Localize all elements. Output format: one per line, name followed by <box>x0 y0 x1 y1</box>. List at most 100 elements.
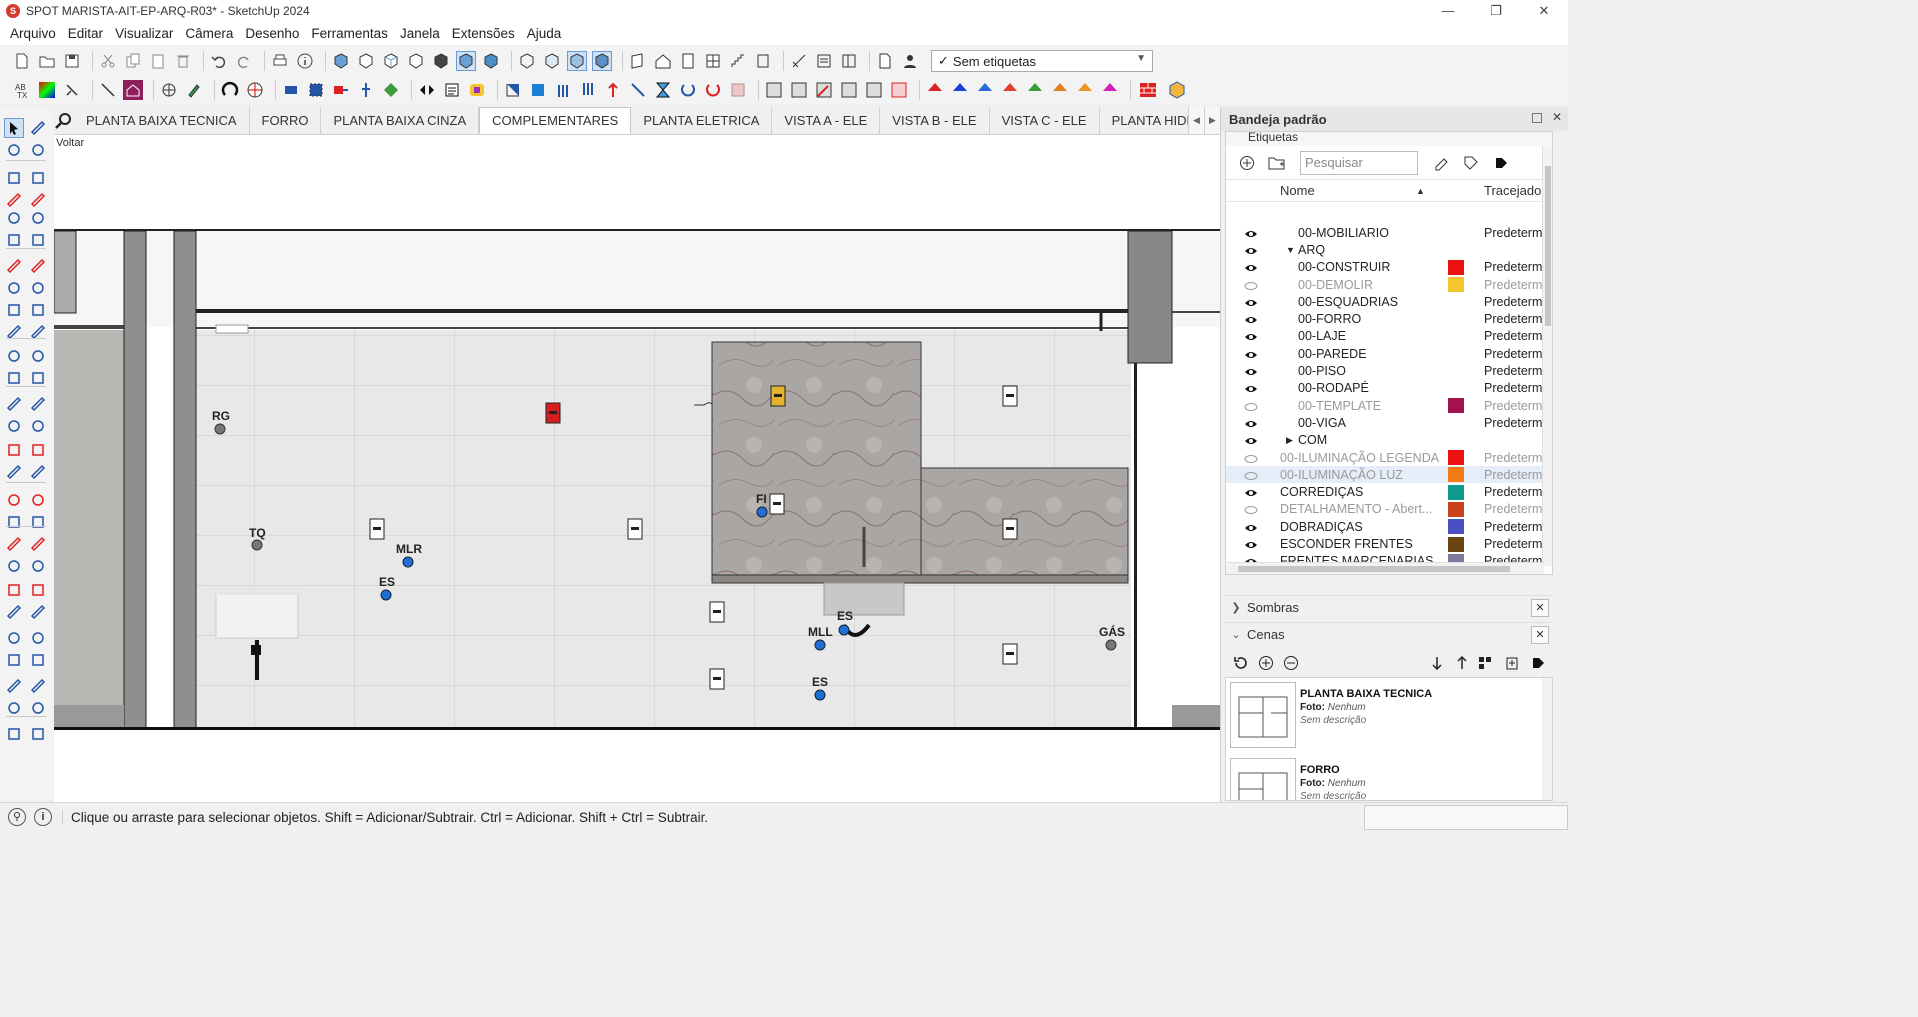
sandbox-2-icon[interactable] <box>28 556 48 576</box>
eye-closed-icon[interactable] <box>1244 453 1258 463</box>
tool-icon[interactable] <box>28 628 48 648</box>
up-arrows-icon[interactable] <box>553 80 573 100</box>
tool-icon[interactable] <box>28 676 48 696</box>
tags-vertical-scrollbar[interactable] <box>1542 146 1552 566</box>
freehand-icon[interactable] <box>28 190 48 210</box>
polygon-icon[interactable] <box>28 230 48 250</box>
axis-blue2-icon[interactable] <box>975 80 995 100</box>
tag-row[interactable]: CORREDIÇAS Predeterminado <box>1226 484 1544 501</box>
arc-icon[interactable] <box>4 256 24 276</box>
cube-blue-icon[interactable] <box>528 80 548 100</box>
menu-ajuda[interactable]: Ajuda <box>521 26 568 41</box>
axis-orange2-icon[interactable] <box>1075 80 1095 100</box>
open-folder-icon[interactable] <box>37 51 57 71</box>
view-top-icon[interactable] <box>356 51 376 71</box>
eye-icon[interactable] <box>1244 383 1258 393</box>
menu-ferramentas[interactable]: Ferramentas <box>305 26 394 41</box>
arc-3-icon[interactable] <box>28 278 48 298</box>
zoom-extents-icon[interactable] <box>4 490 24 510</box>
move-down-icon[interactable] <box>1428 653 1447 673</box>
view-iso-icon[interactable] <box>331 51 351 71</box>
pin-icon[interactable] <box>356 80 376 100</box>
tape-measure-icon[interactable] <box>4 368 24 388</box>
view-back-icon[interactable] <box>431 51 451 71</box>
delete-icon[interactable] <box>173 51 193 71</box>
tool-icon[interactable] <box>4 698 24 718</box>
rectangle-icon[interactable] <box>4 208 24 228</box>
tag-row[interactable]: 00-RODAPÉ Predeterminado <box>1226 380 1544 397</box>
menu-editar[interactable]: Editar <box>62 26 109 41</box>
user-account-icon[interactable] <box>900 51 920 71</box>
tag-icon[interactable] <box>1460 152 1482 174</box>
position-camera-icon[interactable] <box>4 512 24 532</box>
offset-icon[interactable] <box>28 346 48 366</box>
tag-dash[interactable]: Predeterminado <box>1484 468 1544 482</box>
details-arrow-icon[interactable] <box>1490 152 1512 174</box>
tool-icon[interactable] <box>28 602 48 622</box>
view-front-icon[interactable] <box>381 51 401 71</box>
tag-row[interactable]: ▶ COM <box>1226 432 1544 449</box>
orbit-icon[interactable] <box>4 440 24 460</box>
tool-icon[interactable] <box>4 724 24 744</box>
tag-color-swatch[interactable] <box>1448 536 1464 552</box>
back-label[interactable]: Voltar <box>56 137 84 149</box>
geo-location-icon[interactable]: ⚲ <box>8 808 26 826</box>
scale-icon[interactable] <box>4 346 24 366</box>
view-right-icon[interactable] <box>406 51 426 71</box>
tag-row[interactable]: 00-DEMOLIR Predeterminado <box>1226 276 1544 293</box>
text-icon[interactable] <box>28 394 48 414</box>
follow-me-icon[interactable] <box>28 322 48 342</box>
select-icon[interactable] <box>4 118 24 138</box>
tag-row[interactable]: ESCONDER FRENTES Predeterminado <box>1226 535 1544 552</box>
eye-closed-icon[interactable] <box>1244 401 1258 411</box>
eye-closed-icon[interactable] <box>1244 470 1258 480</box>
tag-dash[interactable]: Predeterminado <box>1484 399 1544 413</box>
tag-dash[interactable]: Predeterminado <box>1484 451 1544 465</box>
menu-arquivo[interactable]: Arquivo <box>4 26 62 41</box>
pie-icon[interactable] <box>4 278 24 298</box>
line-tool-icon[interactable] <box>98 80 118 100</box>
3d-text-icon[interactable] <box>28 416 48 436</box>
eye-icon[interactable] <box>1244 366 1258 376</box>
eraser-icon[interactable] <box>28 140 48 160</box>
tag-row[interactable]: 00-VIGA Predeterminado <box>1226 414 1544 431</box>
tag-dash[interactable]: Predeterminado <box>1484 485 1544 499</box>
eye-icon[interactable] <box>1244 522 1258 532</box>
menu-desenho[interactable]: Desenho <box>239 26 305 41</box>
warehouse-icon[interactable] <box>123 80 143 100</box>
rotate-icon[interactable] <box>4 322 24 342</box>
move-red-icon[interactable] <box>331 80 351 100</box>
pan-icon[interactable] <box>28 440 48 460</box>
tag-dash[interactable]: Predeterminado <box>1484 381 1544 395</box>
eye-icon[interactable] <box>1244 297 1258 307</box>
tool-icon[interactable] <box>28 698 48 718</box>
axis-magenta-icon[interactable] <box>1100 80 1120 100</box>
tag-color-swatch[interactable] <box>1448 484 1464 500</box>
tag-row[interactable]: DOBRADIÇAS Predeterminado <box>1226 518 1544 535</box>
tab-planta-baixa-tecnica[interactable]: PLANTA BAIXA TECNICA <box>74 107 250 134</box>
rotated-rect-icon[interactable] <box>28 208 48 228</box>
lasso-icon[interactable] <box>28 118 48 138</box>
face-tool-2-icon[interactable] <box>789 80 809 100</box>
hourglass-icon[interactable] <box>653 80 673 100</box>
eye-icon[interactable] <box>1244 228 1258 238</box>
tag-dash[interactable]: Predeterminado <box>1484 502 1544 516</box>
tag-row[interactable]: 00-ESQUADRIAS Predeterminado <box>1226 293 1544 310</box>
tag-dash[interactable]: Predeterminado <box>1484 278 1544 292</box>
diamond-icon[interactable] <box>381 80 401 100</box>
zoom-window-icon[interactable] <box>28 462 48 482</box>
tab-vista-b-ele[interactable]: VISTA B - ELE <box>880 107 990 134</box>
sandbox-icon[interactable] <box>4 556 24 576</box>
tag-row[interactable]: 00-PISO Predeterminado <box>1226 362 1544 379</box>
tag-row[interactable]: 00-PAREDE Predeterminado <box>1226 345 1544 362</box>
xray-icon[interactable] <box>517 51 537 71</box>
pin-icon[interactable] <box>1532 113 1542 123</box>
eye-icon[interactable] <box>1244 349 1258 359</box>
rotate-blue-icon[interactable] <box>678 80 698 100</box>
drape-icon[interactable] <box>28 580 48 600</box>
tag-color-swatch[interactable] <box>1448 501 1464 517</box>
tool-icon[interactable] <box>4 676 24 696</box>
eye-icon[interactable] <box>1244 314 1258 324</box>
frame-icon[interactable] <box>753 51 773 71</box>
move-icon[interactable] <box>4 300 24 320</box>
